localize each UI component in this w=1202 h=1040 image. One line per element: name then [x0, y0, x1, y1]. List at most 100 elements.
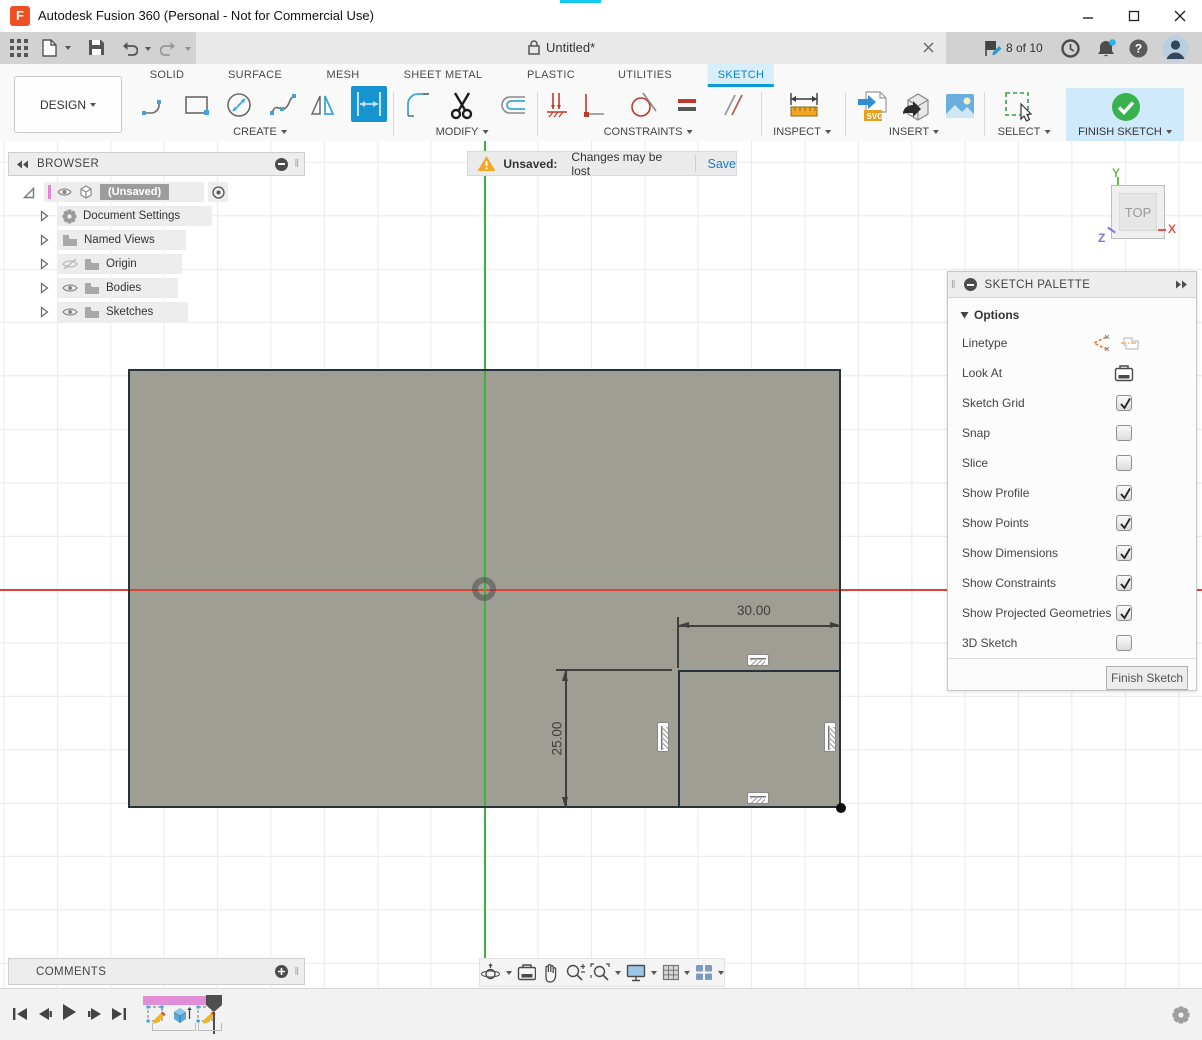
collapsed-arrow-icon[interactable]	[40, 210, 49, 222]
timeline-play-button[interactable]	[57, 1000, 81, 1024]
options-section-header[interactable]: Options	[960, 308, 1019, 322]
slice-checkbox[interactable]	[1116, 455, 1132, 471]
equal-constraint-icon[interactable]	[674, 90, 700, 125]
centerline-linetype-icon[interactable]	[1120, 334, 1142, 352]
show-constraints-checkbox[interactable]	[1116, 575, 1132, 591]
insert-svg-icon[interactable]: SVG	[856, 90, 888, 127]
timeline-go-to-start-button[interactable]	[8, 1002, 32, 1026]
horizontal-constraint-icon[interactable]	[747, 654, 769, 666]
dimension-line-height[interactable]	[565, 670, 567, 808]
zoom-icon[interactable]	[565, 963, 586, 982]
browser-root-row[interactable]: (Unsaved)	[8, 182, 305, 202]
minimize-button[interactable]	[1066, 0, 1110, 32]
sketch-grid-checkbox[interactable]	[1116, 395, 1132, 411]
undo-caret[interactable]	[145, 47, 151, 51]
tab-solid[interactable]: SOLID	[150, 64, 185, 87]
collapsed-arrow-icon[interactable]	[40, 258, 49, 270]
tab-sketch[interactable]: SKETCH	[708, 64, 774, 87]
collapse-panel-icon[interactable]	[16, 160, 29, 169]
add-comment-icon[interactable]	[275, 965, 288, 978]
pan-hand-icon[interactable]	[541, 963, 560, 983]
zoom-fit-caret[interactable]	[615, 971, 621, 975]
notification-bell-icon[interactable]	[1096, 39, 1117, 64]
avatar[interactable]	[1162, 35, 1189, 67]
browser-header[interactable]: BROWSER ‖	[8, 152, 305, 176]
tab-mesh[interactable]: MESH	[327, 64, 360, 87]
display-settings-icon[interactable]	[626, 963, 646, 982]
comments-grip[interactable]: ‖	[294, 966, 300, 978]
dock-arrows-icon[interactable]	[1175, 280, 1188, 289]
dimension-line-width[interactable]	[678, 625, 841, 627]
vertical-constraint-icon[interactable]	[657, 722, 669, 752]
orbit-caret[interactable]	[506, 971, 512, 975]
visibility-eye-icon[interactable]	[62, 283, 78, 293]
palette-grip[interactable]: ‖	[951, 279, 957, 291]
browser-item-label[interactable]: Sketches	[106, 306, 153, 318]
parallel-constraint-icon[interactable]	[719, 90, 747, 125]
save-icon[interactable]	[88, 39, 105, 61]
select-tool-icon[interactable]	[1003, 90, 1037, 127]
expand-arrow-icon[interactable]	[22, 186, 35, 199]
tab-plastic[interactable]: PLASTIC	[527, 64, 575, 87]
document-tab[interactable]: Untitled*	[196, 32, 946, 64]
constraints-group-label[interactable]: CONSTRAINTS	[604, 126, 693, 138]
grid-settings-icon[interactable]	[662, 964, 680, 981]
mirror-tool-icon[interactable]	[308, 90, 338, 125]
undo-icon[interactable]	[120, 41, 138, 61]
collapsed-arrow-icon[interactable]	[40, 234, 49, 246]
line-tool-icon[interactable]	[140, 90, 170, 125]
show-points-checkbox[interactable]	[1116, 515, 1132, 531]
show-projected-geometries-checkbox[interactable]	[1116, 605, 1132, 621]
trim-scissors-icon[interactable]	[447, 90, 477, 125]
save-link[interactable]: Save	[708, 157, 737, 171]
inner-rectangle[interactable]	[678, 670, 841, 808]
inspect-group-label[interactable]: INSPECT	[773, 126, 831, 138]
look-at-view-icon[interactable]	[517, 964, 537, 981]
tab-utilities[interactable]: UTILITIES	[618, 64, 672, 87]
visibility-eye-icon[interactable]	[57, 187, 72, 197]
redo-caret[interactable]	[185, 47, 191, 51]
file-menu-icon[interactable]	[42, 39, 57, 62]
fillet-tool-icon[interactable]	[403, 90, 433, 125]
timeline-go-to-end-button[interactable]	[107, 1002, 131, 1026]
timeline-step-forward-button[interactable]	[82, 1002, 106, 1026]
view-cube-face-label[interactable]: TOP	[1119, 193, 1157, 231]
design-workspace-dropdown[interactable]: DESIGN	[14, 76, 122, 133]
grid-caret[interactable]	[684, 971, 690, 975]
sketch-point[interactable]	[836, 803, 846, 813]
coincident-constraint-icon[interactable]	[544, 90, 572, 125]
visibility-eye-icon[interactable]	[62, 307, 78, 317]
collapsed-arrow-icon[interactable]	[40, 306, 49, 318]
activate-component-radio[interactable]	[208, 182, 228, 202]
horizontal-constraint-icon[interactable]	[747, 792, 769, 804]
zoom-fit-icon[interactable]	[590, 963, 610, 982]
look-at-icon[interactable]	[1114, 365, 1134, 382]
palette-minimize-icon[interactable]	[964, 278, 977, 291]
tab-sheet-metal[interactable]: SHEET METAL	[404, 64, 483, 87]
dimension-value-height[interactable]: 25.00	[550, 716, 565, 762]
sketch-dimension-tool-active[interactable]	[351, 86, 387, 122]
root-document-label[interactable]: (Unsaved)	[100, 184, 169, 200]
origin-point[interactable]	[472, 577, 496, 601]
job-status-icon[interactable]	[984, 40, 1002, 62]
panel-minimize-icon[interactable]	[275, 158, 288, 171]
insert-group-label[interactable]: INSERT	[889, 126, 939, 138]
viewports-caret[interactable]	[718, 971, 724, 975]
view-cube[interactable]: TOP	[1111, 185, 1165, 239]
spline-tool-icon[interactable]	[268, 90, 298, 125]
tab-close-icon[interactable]	[922, 41, 935, 59]
dimension-value-width[interactable]: 30.00	[737, 603, 771, 618]
browser-item-label[interactable]: Origin	[106, 258, 137, 270]
create-group-label[interactable]: CREATE	[233, 126, 287, 138]
select-group-label[interactable]: SELECT	[998, 126, 1051, 138]
snap-checkbox[interactable]	[1116, 425, 1132, 441]
collapsed-arrow-icon[interactable]	[40, 282, 49, 294]
browser-item-label[interactable]: Named Views	[84, 234, 155, 246]
help-icon[interactable]: ?	[1129, 39, 1148, 63]
timeline-step-back-button[interactable]	[33, 1002, 57, 1026]
comments-header[interactable]: COMMENTS ‖	[8, 958, 305, 985]
display-caret[interactable]	[651, 971, 657, 975]
modify-group-label[interactable]: MODIFY	[436, 126, 489, 138]
close-button[interactable]	[1158, 0, 1202, 32]
offset-tool-icon[interactable]	[498, 90, 528, 125]
